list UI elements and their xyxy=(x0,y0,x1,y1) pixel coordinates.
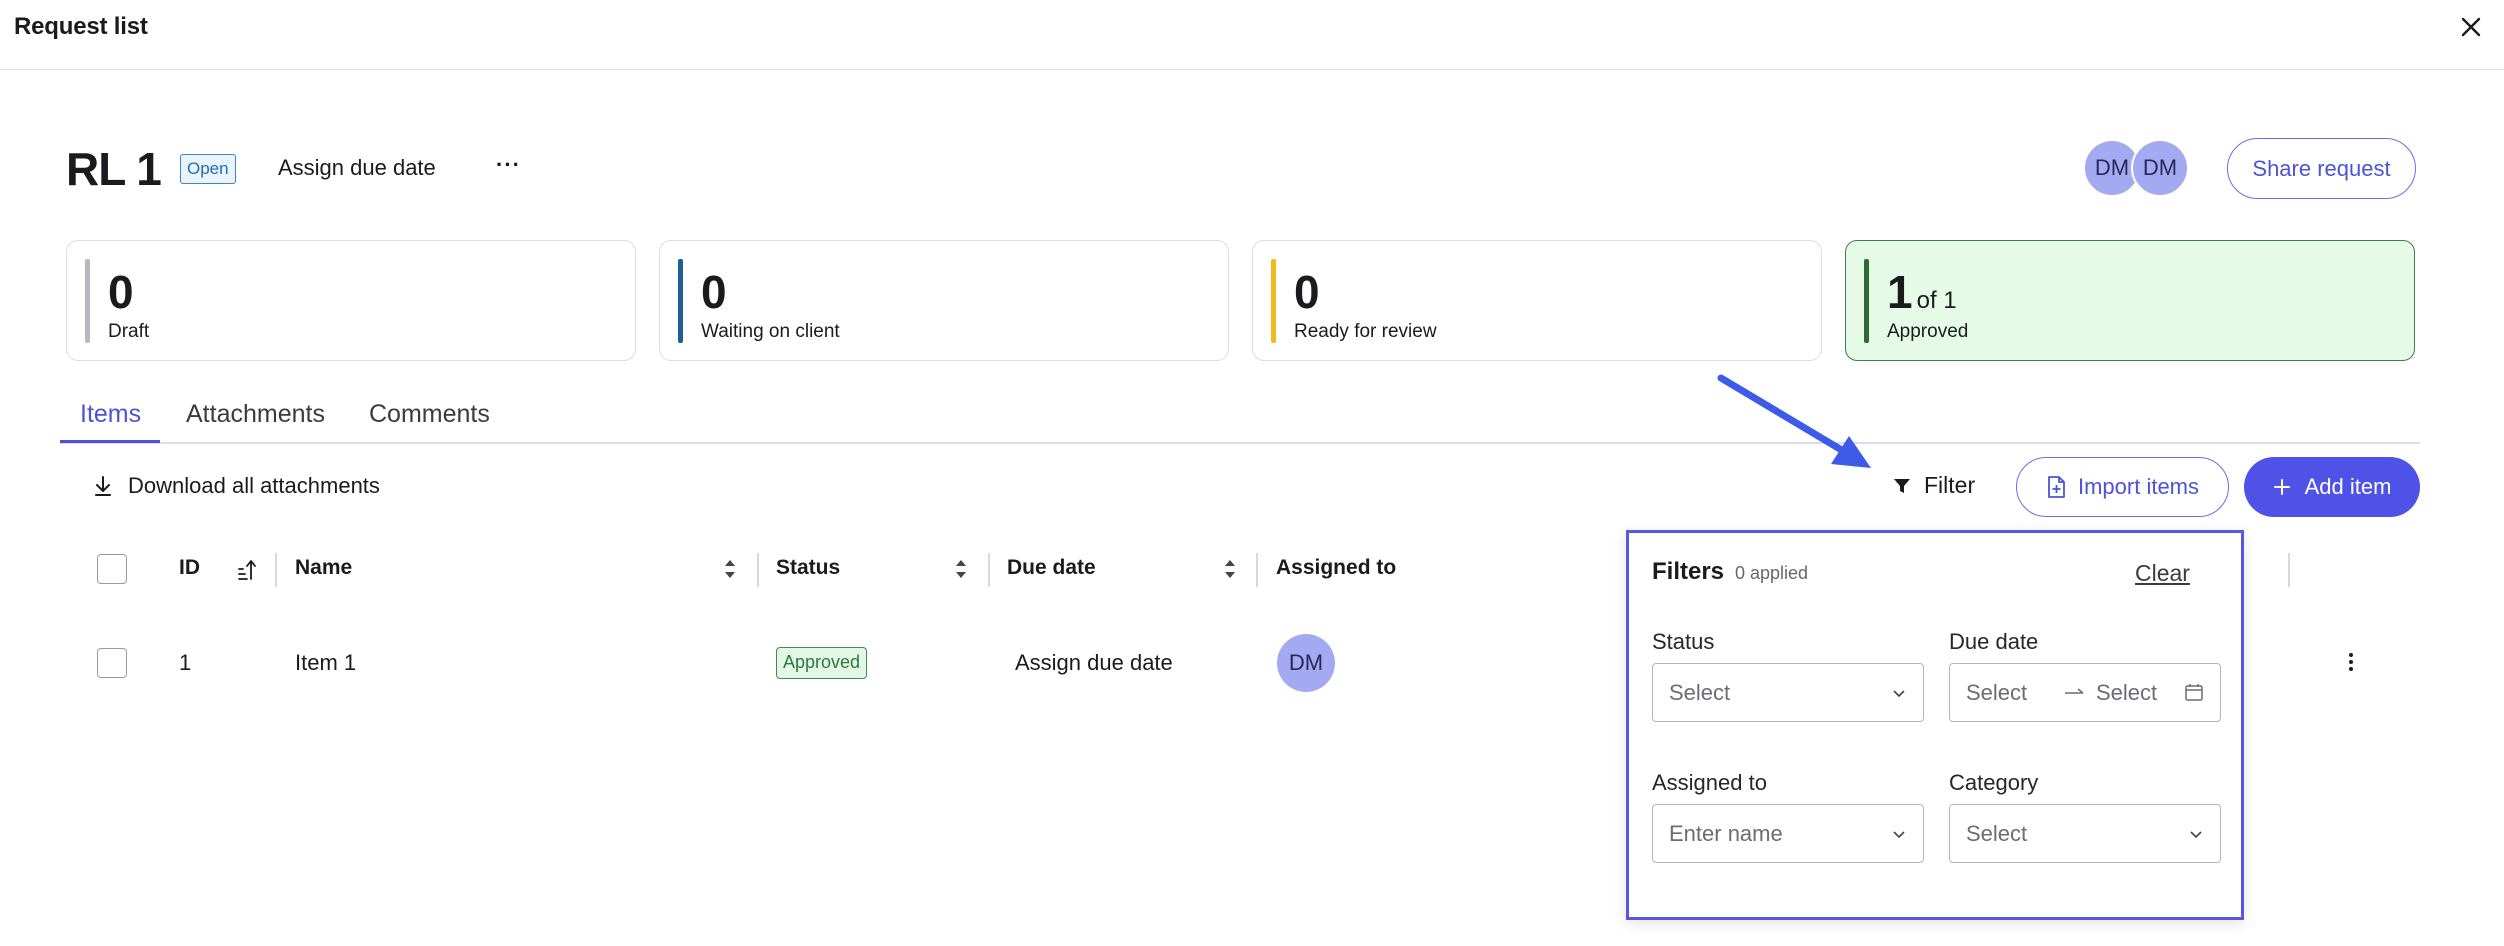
download-icon xyxy=(95,476,111,496)
range-arrow-icon xyxy=(2065,688,2084,694)
kebab-menu-icon[interactable] xyxy=(2344,650,2358,674)
add-item-label: Add item xyxy=(2304,474,2392,499)
stat-label: Draft xyxy=(108,321,150,342)
import-items-label: Import items xyxy=(2077,474,2200,499)
chevron-down-icon xyxy=(1893,831,1905,839)
due-date-range-picker[interactable]: Select Select xyxy=(1949,663,2221,722)
due-date-from[interactable]: Select xyxy=(1966,680,2027,706)
status-badge: Approved xyxy=(776,647,868,679)
sort-icon[interactable] xyxy=(953,556,969,582)
stat-card-draft[interactable]: 0 Draft xyxy=(66,240,636,361)
stat-card-ready-for-review[interactable]: 0 Ready for review xyxy=(1252,240,1822,361)
due-date-to[interactable]: Select xyxy=(2096,680,2157,706)
stat-count: 0 xyxy=(701,266,727,318)
stat-count: 1 xyxy=(1887,266,1913,318)
column-header-id[interactable]: ID xyxy=(179,556,200,580)
page-title: RL 1 xyxy=(66,143,162,195)
plus-icon xyxy=(2273,479,2290,495)
sort-ascending-icon[interactable] xyxy=(237,557,257,583)
category-filter-label: Category xyxy=(1949,770,2039,795)
import-items-button[interactable]: Import items xyxy=(2016,457,2229,517)
filter-button[interactable]: Filter xyxy=(1892,472,1975,499)
sort-icon[interactable] xyxy=(722,556,738,582)
status-badge: Open xyxy=(180,154,236,184)
column-divider[interactable] xyxy=(2288,553,2290,587)
stat-card-waiting-on-client[interactable]: 0 Waiting on client xyxy=(659,240,1229,361)
filter-label: Filter xyxy=(1924,472,1976,498)
stat-color-bar xyxy=(678,259,683,343)
tab-comments[interactable]: Comments xyxy=(369,400,490,429)
column-divider[interactable] xyxy=(275,553,277,587)
column-divider[interactable] xyxy=(1256,553,1258,587)
status-filter-label: Status xyxy=(1652,629,1715,654)
filters-panel: Filters 0 applied Clear Status Select Du… xyxy=(1626,530,2244,920)
share-request-button[interactable]: Share request xyxy=(2227,138,2416,199)
window-title: Request list xyxy=(14,13,148,40)
status-filter-select[interactable]: Select xyxy=(1652,663,1924,722)
select-all-checkbox[interactable] xyxy=(97,554,127,584)
tab-bar: Items Attachments Comments xyxy=(60,390,2420,444)
sort-icon[interactable] xyxy=(1222,556,1238,582)
row-id: 1 xyxy=(179,650,192,675)
stat-card-approved[interactable]: 1 of 1 Approved xyxy=(1845,240,2415,361)
filters-applied-count: 0 applied xyxy=(1735,563,1809,583)
avatar[interactable]: DM xyxy=(2131,139,2189,197)
more-options-button[interactable]: ··· xyxy=(496,152,521,178)
stat-label: Ready for review xyxy=(1294,321,1437,342)
download-all-label: Download all attachments xyxy=(128,473,380,498)
stat-label: Approved xyxy=(1887,321,1969,342)
tab-attachments[interactable]: Attachments xyxy=(186,400,325,429)
calendar-icon xyxy=(2185,684,2203,701)
avatar[interactable]: DM xyxy=(1277,634,1335,692)
close-icon[interactable] xyxy=(2456,12,2486,42)
column-header-due-date[interactable]: Due date xyxy=(1007,556,1096,580)
chevron-down-icon xyxy=(2190,831,2202,839)
stat-color-bar xyxy=(1271,259,1276,343)
download-all-attachments-button[interactable]: Download all attachments xyxy=(92,473,380,499)
annotation-arrow xyxy=(1717,374,1871,468)
category-filter-select[interactable]: Select xyxy=(1949,804,2221,863)
clear-filters-link[interactable]: Clear xyxy=(2135,560,2190,587)
stat-label: Waiting on client xyxy=(701,321,840,342)
column-header-status[interactable]: Status xyxy=(776,556,840,580)
stat-color-bar xyxy=(1864,259,1869,343)
column-divider[interactable] xyxy=(988,553,990,587)
assigned-to-filter-select[interactable]: Enter name xyxy=(1652,804,1924,863)
stat-count: 0 xyxy=(1294,266,1320,318)
category-placeholder: Select xyxy=(1966,821,2028,846)
due-date-filter-label: Due date xyxy=(1949,629,2039,654)
row-assign-due-date-link[interactable]: Assign due date xyxy=(1015,650,1173,676)
active-tab-indicator xyxy=(60,440,160,443)
stat-color-bar xyxy=(85,259,90,343)
stat-count: 0 xyxy=(108,266,134,318)
assigned-to-placeholder: Enter name xyxy=(1669,821,1783,846)
filters-title: Filters xyxy=(1652,558,1725,585)
row-name[interactable]: Item 1 xyxy=(295,650,356,676)
assigned-to-filter-label: Assigned to xyxy=(1652,770,1767,795)
add-item-button[interactable]: Add item xyxy=(2244,457,2420,517)
top-bar: Request list xyxy=(0,0,2504,70)
chevron-down-icon xyxy=(1893,690,1905,698)
column-header-assigned-to[interactable]: Assigned to xyxy=(1276,556,1396,580)
column-header-name[interactable]: Name xyxy=(295,556,352,580)
assign-due-date-link[interactable]: Assign due date xyxy=(278,155,436,181)
tab-items[interactable]: Items xyxy=(80,400,141,429)
status-filter-placeholder: Select xyxy=(1669,680,1731,705)
stat-of-total: of 1 xyxy=(1916,287,1957,314)
filter-icon xyxy=(1894,478,1910,493)
import-file-icon xyxy=(2048,476,2065,498)
column-divider[interactable] xyxy=(757,553,759,587)
row-checkbox[interactable] xyxy=(97,648,127,678)
stat-count-wrapper: 1 of 1 xyxy=(1887,265,1957,319)
